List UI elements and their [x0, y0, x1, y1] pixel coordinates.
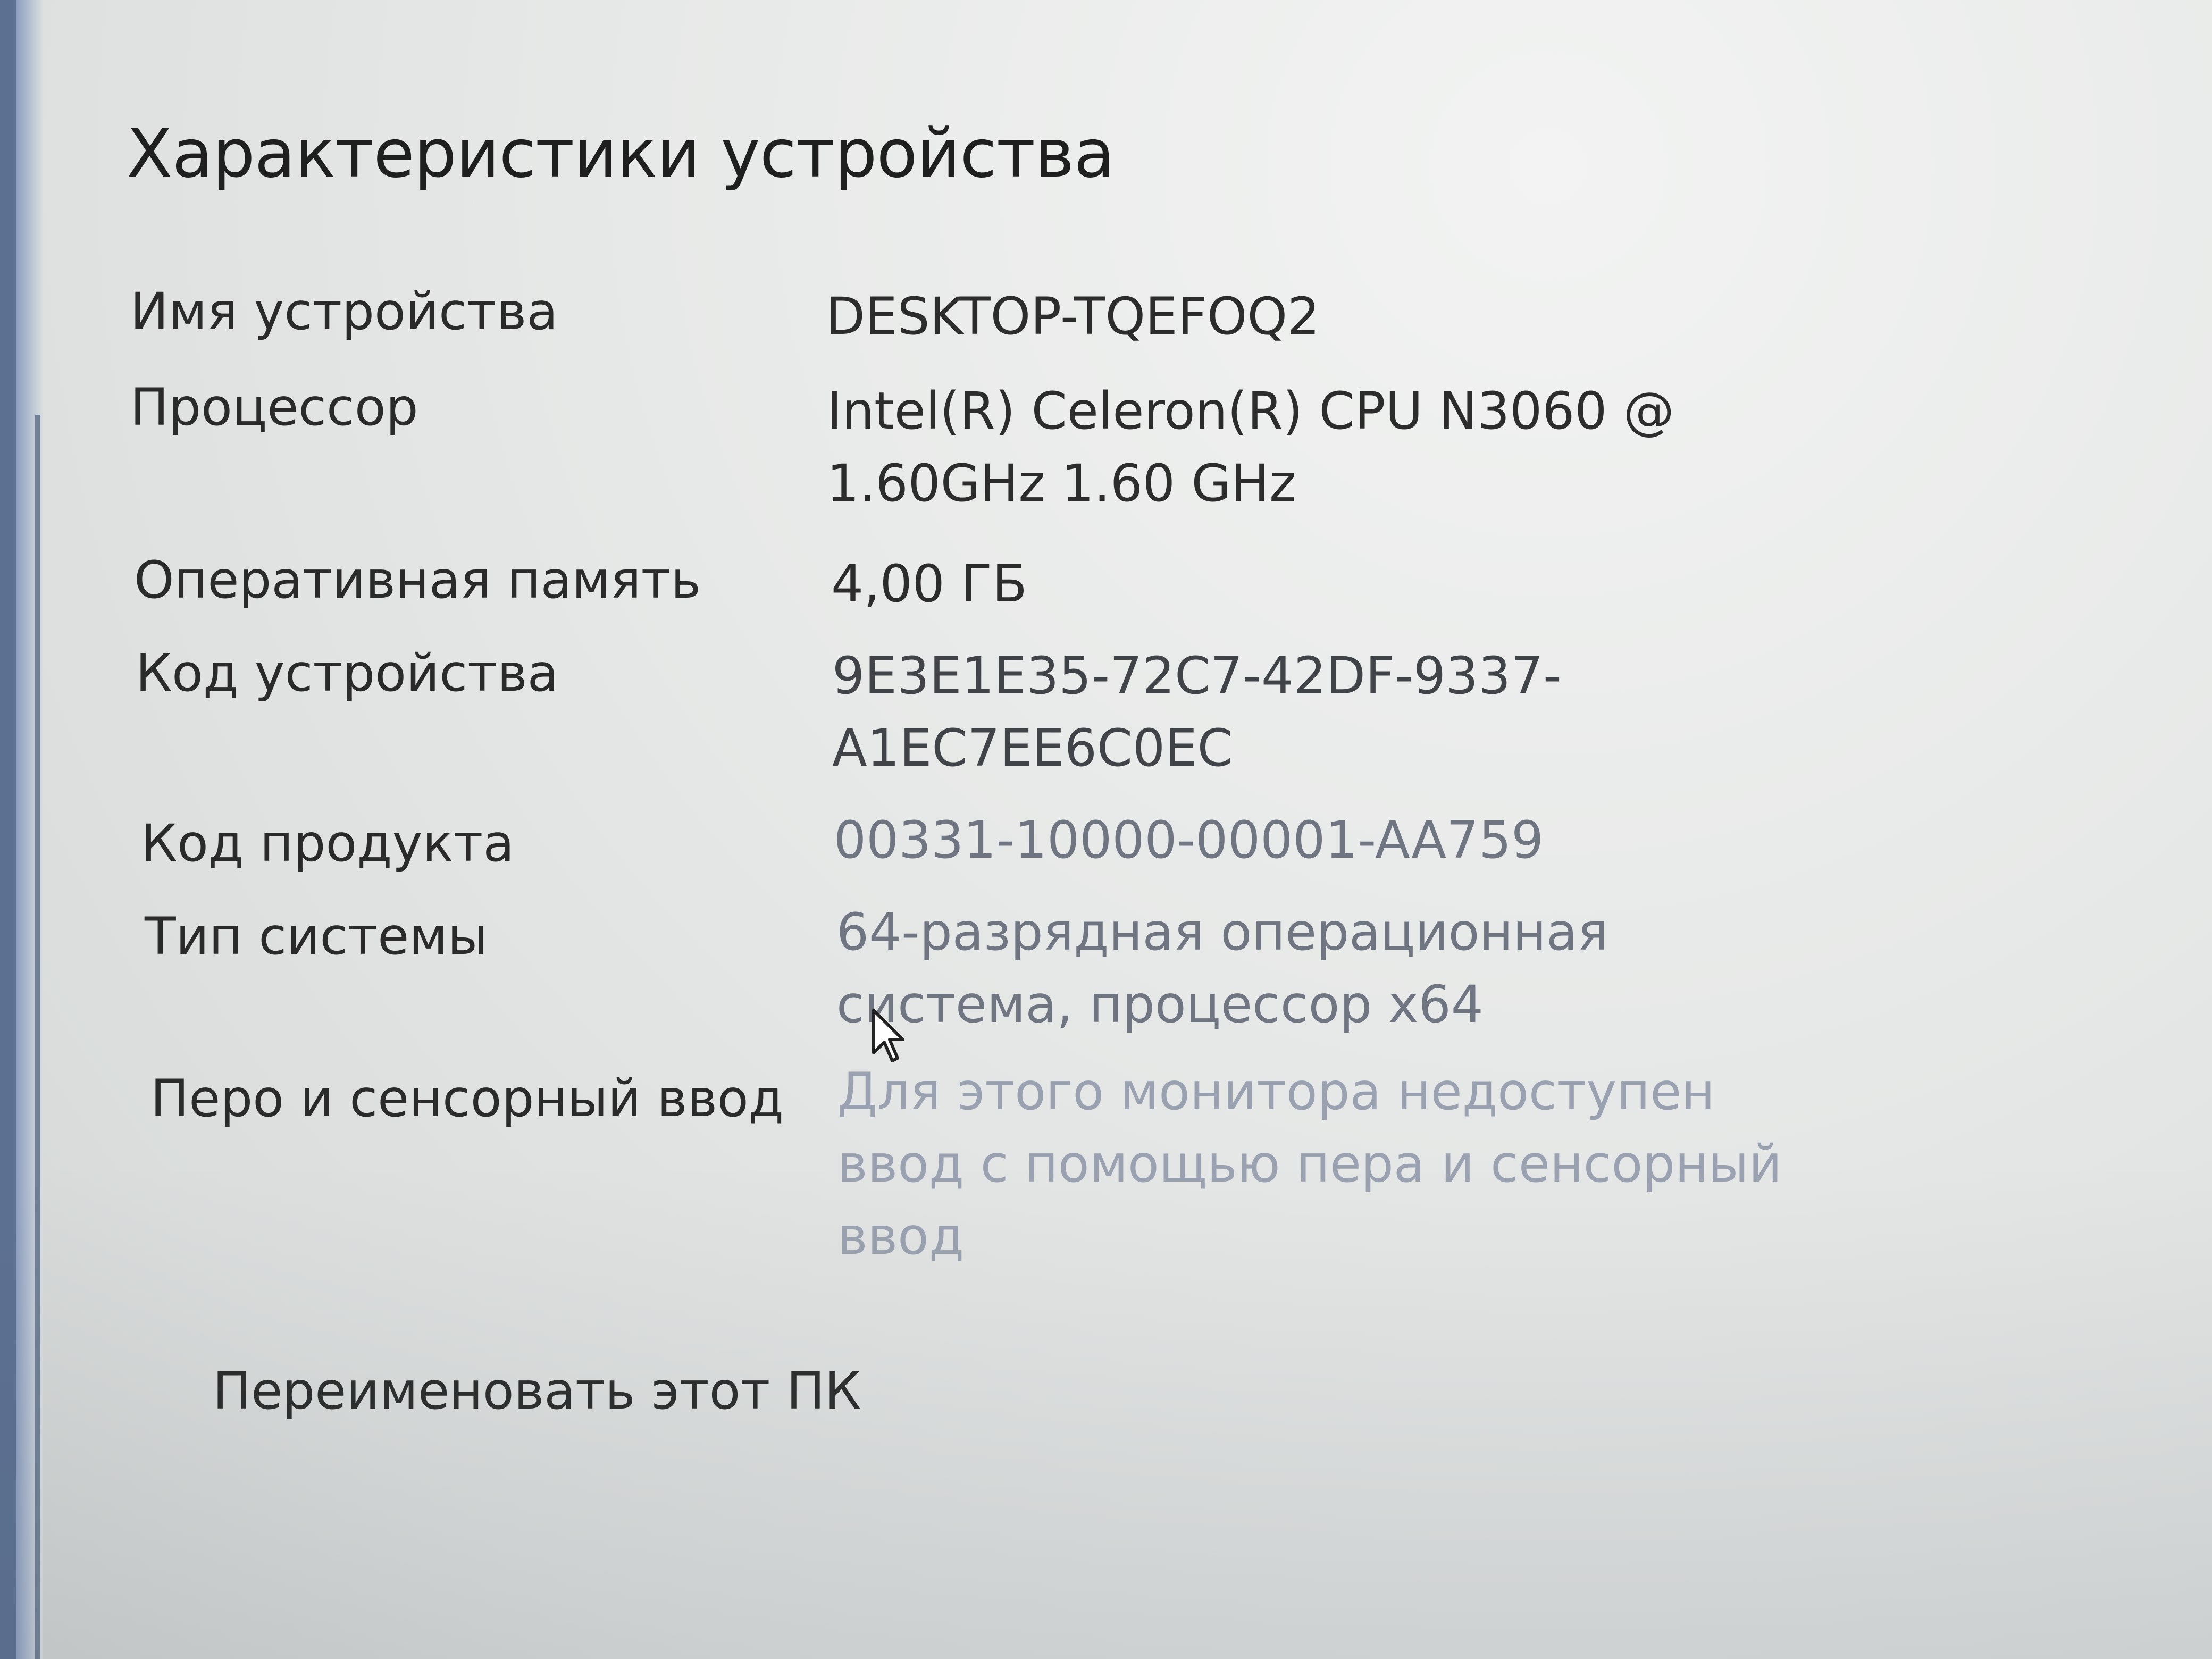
value-line: 9E3E1E35-72C7-42DF-9337- — [832, 646, 1562, 706]
value-line: ввод — [837, 1206, 965, 1266]
value-line: 4,00 ГБ — [831, 554, 1027, 614]
value-line: 00331-10000-00001-AA759 — [834, 810, 1544, 870]
value-line: DESKTOP-TQEFOQ2 — [826, 287, 1320, 346]
value-line: 1.60GHz 1.60 GHz — [827, 454, 1296, 513]
value-line: Intel(R) Celeron(R) CPU N3060 @ — [827, 381, 1674, 441]
spec-value-processor: Intel(R) Celeron(R) CPU N3060 @ 1.60GHz … — [827, 375, 1674, 520]
settings-screen: Характеристики устройства Имя устройства… — [0, 0, 2212, 1659]
spec-value-device-id: 9E3E1E35-72C7-42DF-9337- A1EC7EE6C0EC — [832, 640, 1562, 784]
mouse-pointer-icon — [872, 1009, 904, 1062]
spec-label-device-id: Код устройства — [136, 643, 559, 703]
value-line: A1EC7EE6C0EC — [832, 718, 1233, 778]
spec-value-system-type: 64-разрядная операционная система, проце… — [836, 896, 1608, 1041]
left-divider-line — [35, 415, 40, 1659]
section-title: Характеристики устройства — [127, 114, 1115, 192]
spec-value-ram: 4,00 ГБ — [831, 548, 1027, 620]
value-line: 64-разрядная операционная — [836, 902, 1608, 962]
value-line: система, процессор x64 — [836, 975, 1484, 1034]
value-line: ввод с помощью пера и сенсорный — [837, 1134, 1782, 1194]
spec-value-pen-touch: Для этого монитора недоступен ввод с пом… — [837, 1055, 1782, 1272]
spec-label-product-id: Код продукта — [141, 814, 515, 873]
spec-value-product-id: 00331-10000-00001-AA759 — [834, 804, 1544, 876]
spec-value-device-name: DESKTOP-TQEFOQ2 — [826, 280, 1320, 353]
left-border-strip — [0, 0, 16, 1659]
value-line: Для этого монитора недоступен — [837, 1062, 1715, 1121]
spec-label-device-name: Имя устройства — [130, 282, 558, 341]
rename-pc-button[interactable]: Переименовать этот ПК — [213, 1361, 861, 1421]
spec-label-ram: Оперативная память — [134, 550, 701, 610]
spec-label-pen-touch: Перо и сенсорный ввод — [150, 1069, 784, 1128]
spec-label-system-type: Тип системы — [145, 907, 488, 966]
spec-label-processor: Процессор — [130, 378, 418, 437]
